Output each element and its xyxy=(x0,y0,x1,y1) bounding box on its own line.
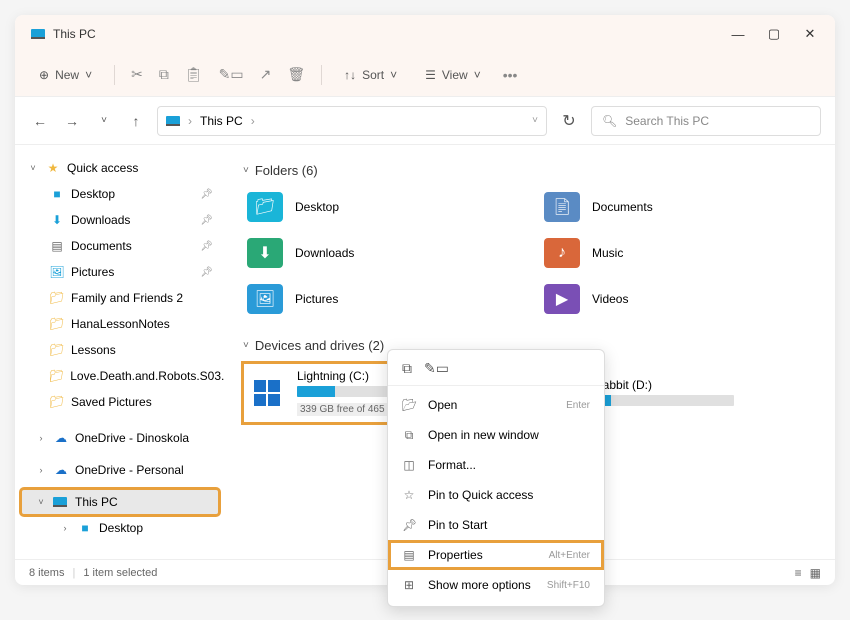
recent-button[interactable]: ˅ xyxy=(93,115,115,126)
ctx-open[interactable]: 📂︎OpenEnter xyxy=(388,390,604,420)
rename-icon[interactable]: ✎▭ xyxy=(219,66,244,83)
share-icon[interactable]: ↗ xyxy=(260,66,272,83)
sidebar-item-folder[interactable]: 📁︎Lessons xyxy=(21,337,219,363)
sidebar: ˅★Quick access ■Desktop📌︎ ⬇Downloads📌︎ ▤… xyxy=(15,145,225,559)
ctx-format[interactable]: ◫Format... xyxy=(388,450,604,480)
folder-videos[interactable]: ▶Videos xyxy=(540,280,817,318)
star-icon: ☆ xyxy=(402,488,416,502)
sidebar-this-pc[interactable]: ˅This PC xyxy=(21,489,219,515)
pc-icon xyxy=(166,115,180,127)
titlebar: This PC ― ▢ ✕ xyxy=(15,15,835,53)
ctx-pin-start[interactable]: 📌︎Pin to Start xyxy=(388,510,604,540)
folder-pictures[interactable]: 🖼︎Pictures xyxy=(243,280,520,318)
copy-icon[interactable]: ⧉ xyxy=(159,66,169,83)
more-icon[interactable]: ••• xyxy=(503,67,518,83)
ctx-rename-icon[interactable]: ✎▭ xyxy=(424,360,449,377)
navbar: ← → ˅ ↑ › This PC › ˅ ↻ 🔍︎ Search This P… xyxy=(15,97,835,145)
app-icon xyxy=(31,28,45,40)
sidebar-quick-access[interactable]: ˅★Quick access xyxy=(21,155,219,181)
breadcrumb-root[interactable]: This PC xyxy=(200,114,243,128)
forward-button[interactable]: → xyxy=(61,113,83,129)
sidebar-item-documents[interactable]: ▤Documents📌︎ xyxy=(21,233,219,259)
sidebar-onedrive[interactable]: ›☁OneDrive - Dinoskola xyxy=(21,425,219,451)
ctx-show-more[interactable]: ⊞Show more optionsShift+F10 xyxy=(388,570,604,600)
format-icon: ◫ xyxy=(402,458,416,472)
back-button[interactable]: ← xyxy=(29,113,51,129)
folder-music[interactable]: ♪Music xyxy=(540,234,817,272)
sidebar-item-downloads[interactable]: ⬇Downloads📌︎ xyxy=(21,207,219,233)
sidebar-item-folder[interactable]: 📁︎Love.Death.and.Robots.S03.1( xyxy=(21,363,219,389)
pin-icon: 📌︎ xyxy=(402,518,416,532)
window-title: This PC xyxy=(53,27,729,41)
tiles-view-icon[interactable]: ▦ xyxy=(810,566,821,580)
paste-icon[interactable]: 📋︎ xyxy=(185,66,203,83)
new-window-icon: ⧉ xyxy=(402,428,416,443)
search-icon: 🔍︎ xyxy=(602,114,617,128)
delete-icon[interactable]: 🗑︎ xyxy=(287,66,305,83)
sort-button[interactable]: ↑↓ Sort ˅ xyxy=(338,64,403,86)
folder-open-icon: 📂︎ xyxy=(402,398,416,412)
close-button[interactable]: ✕ xyxy=(801,25,819,43)
breadcrumb[interactable]: › This PC › ˅ xyxy=(157,106,547,136)
ctx-open-new-window[interactable]: ⧉Open in new window xyxy=(388,420,604,450)
details-view-icon[interactable]: ≡ xyxy=(795,566,802,580)
ctx-pin-quick-access[interactable]: ☆Pin to Quick access xyxy=(388,480,604,510)
folders-header[interactable]: ˅Folders (6) xyxy=(243,163,817,178)
minimize-button[interactable]: ― xyxy=(729,25,747,43)
properties-icon: ▤ xyxy=(402,548,416,562)
sidebar-item-folder[interactable]: 📁︎Saved Pictures xyxy=(21,389,219,415)
view-button[interactable]: ☰ View ˅ xyxy=(419,64,487,86)
more-options-icon: ⊞ xyxy=(402,578,416,592)
sidebar-item-pictures[interactable]: 🖼︎Pictures📌︎ xyxy=(21,259,219,285)
context-menu: ⧉ ✎▭ 📂︎OpenEnter ⧉Open in new window ◫Fo… xyxy=(387,349,605,607)
sidebar-item-desktop[interactable]: ■Desktop📌︎ xyxy=(21,181,219,207)
maximize-button[interactable]: ▢ xyxy=(765,25,783,43)
toolbar: ⊕ New ˅ ✂ ⧉ 📋︎ ✎▭ ↗ 🗑︎ ↑↓ Sort ˅ ☰ View … xyxy=(15,53,835,97)
new-button[interactable]: ⊕ New ˅ xyxy=(33,64,98,86)
search-input[interactable]: 🔍︎ Search This PC xyxy=(591,106,821,136)
sidebar-item-folder[interactable]: 📁︎HanaLessonNotes xyxy=(21,311,219,337)
folder-documents[interactable]: 📄︎Documents xyxy=(540,188,817,226)
ctx-copy-icon[interactable]: ⧉ xyxy=(402,360,412,377)
explorer-window: This PC ― ▢ ✕ ⊕ New ˅ ✂ ⧉ 📋︎ ✎▭ ↗ 🗑︎ ↑↓ … xyxy=(15,15,835,585)
folder-downloads[interactable]: ⬇Downloads xyxy=(243,234,520,272)
folder-desktop[interactable]: 📁︎Desktop xyxy=(243,188,520,226)
cut-icon[interactable]: ✂ xyxy=(131,66,143,83)
item-count: 8 items xyxy=(29,567,64,579)
windows-drive-icon xyxy=(249,377,285,409)
ctx-properties[interactable]: ▤PropertiesAlt+Enter xyxy=(388,540,604,570)
refresh-button[interactable]: ↻ xyxy=(557,111,581,131)
sidebar-item-folder[interactable]: 📁︎Family and Friends 2 xyxy=(21,285,219,311)
sidebar-onedrive[interactable]: ›☁OneDrive - Personal xyxy=(21,457,219,483)
up-button[interactable]: ↑ xyxy=(125,113,147,129)
selection-count: 1 item selected xyxy=(83,567,157,579)
sidebar-thispc-desktop[interactable]: ›■Desktop xyxy=(21,515,219,541)
